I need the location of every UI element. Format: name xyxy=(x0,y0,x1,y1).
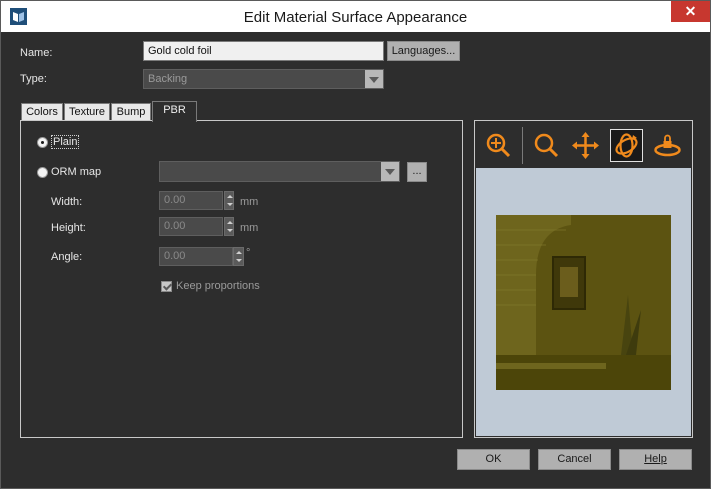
height-field[interactable]: 0.00 xyxy=(159,217,223,236)
height-stepper[interactable] xyxy=(224,217,234,236)
plain-radio[interactable] xyxy=(37,137,48,148)
plain-label[interactable]: Plain xyxy=(51,135,80,149)
width-unit: mm xyxy=(240,196,259,208)
dialog-window: Edit Material Surface Appearance ✕ Name:… xyxy=(0,0,711,489)
chevron-down-icon xyxy=(365,70,383,88)
cancel-button[interactable]: Cancel xyxy=(538,449,611,470)
help-button[interactable]: Help xyxy=(619,449,692,470)
name-label: Name: xyxy=(20,47,53,59)
tab-bump[interactable]: Bump xyxy=(111,103,151,121)
angle-stepper[interactable] xyxy=(233,247,244,266)
type-select-value: Backing xyxy=(148,73,188,85)
type-label: Type: xyxy=(20,73,47,85)
rotate-icon[interactable] xyxy=(610,129,643,162)
ok-button[interactable]: OK xyxy=(457,449,530,470)
tab-colors[interactable]: Colors xyxy=(21,103,63,121)
keep-proportions-label: Keep proportions xyxy=(176,280,260,292)
tab-pbr[interactable]: PBR xyxy=(152,101,197,122)
angle-label: Angle: xyxy=(51,251,83,263)
width-stepper[interactable] xyxy=(224,191,234,210)
orm-map-radio[interactable] xyxy=(37,167,48,178)
type-select[interactable]: Backing xyxy=(143,69,384,89)
pbr-panel: Plain ORM map ... Width: 0.00 mm Height:… xyxy=(20,120,463,438)
browse-button[interactable]: ... xyxy=(407,162,427,182)
tab-texture[interactable]: Texture xyxy=(64,103,110,121)
chevron-down-icon xyxy=(381,162,399,181)
languages-button[interactable]: Languages... xyxy=(387,41,460,61)
move-icon[interactable] xyxy=(569,129,602,162)
toolbar-separator xyxy=(522,127,523,164)
zoom-icon[interactable] xyxy=(530,129,563,162)
height-label: Height: xyxy=(51,222,86,234)
keep-proportions-checkbox[interactable] xyxy=(161,281,172,292)
preview-panel xyxy=(474,120,693,438)
close-button[interactable]: ✕ xyxy=(671,1,710,22)
window-title: Edit Material Surface Appearance xyxy=(243,9,468,26)
height-unit: mm xyxy=(240,222,259,234)
angle-unit: ° xyxy=(246,247,251,259)
width-label: Width: xyxy=(51,196,83,208)
title-bar: Edit Material Surface Appearance ✕ xyxy=(1,1,710,32)
material-preview-image xyxy=(496,215,671,390)
material-preview-area[interactable] xyxy=(476,168,691,436)
lock-rotate-icon[interactable] xyxy=(651,129,684,162)
orm-map-label[interactable]: ORM map xyxy=(51,166,101,178)
name-field[interactable]: Gold cold foil xyxy=(143,41,384,61)
orm-map-select[interactable] xyxy=(159,161,400,182)
zoom-in-icon[interactable] xyxy=(482,129,515,162)
angle-field[interactable]: 0.00 xyxy=(159,247,233,266)
width-field[interactable]: 0.00 xyxy=(159,191,223,210)
